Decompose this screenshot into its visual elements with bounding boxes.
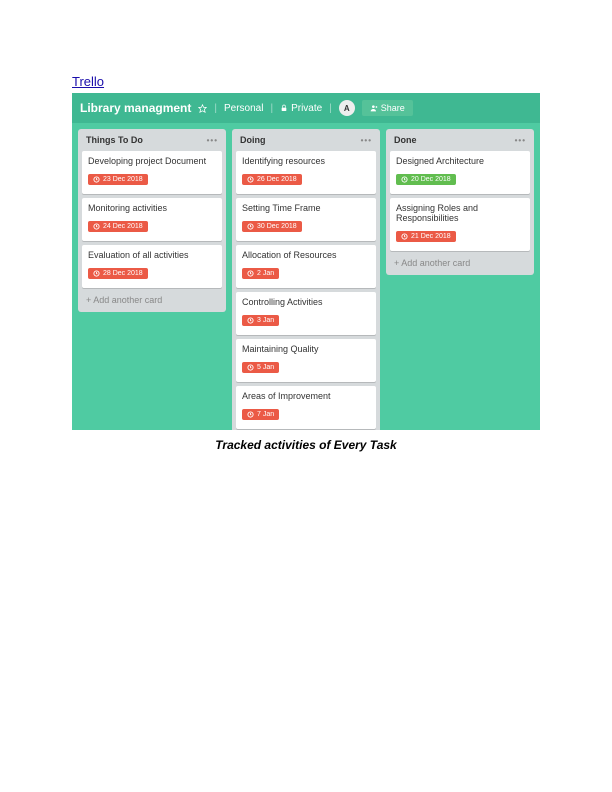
add-card-button[interactable]: + Add another card	[82, 292, 222, 308]
due-date-text: 2 Jan	[257, 270, 274, 277]
card-title: Evaluation of all activities	[88, 250, 216, 260]
card-title: Controlling Activities	[242, 297, 370, 307]
list-header: Done •••	[390, 133, 530, 147]
card-title: Allocation of Resources	[242, 250, 370, 260]
list: Things To Do ••• Developing project Docume…	[78, 129, 226, 312]
due-date-text: 7 Jan	[257, 411, 274, 418]
list-menu-icon[interactable]: •••	[515, 136, 526, 145]
separator: |	[329, 103, 332, 114]
list: Done ••• Designed Architecture 20 Dec 2018 A…	[386, 129, 534, 275]
visibility-personal[interactable]: Personal	[224, 103, 263, 114]
clock-icon	[247, 176, 254, 183]
share-label: Share	[381, 103, 405, 113]
list-header: Doing •••	[236, 133, 376, 147]
card-title: Developing project Document	[88, 156, 216, 166]
due-date-badge[interactable]: 23 Dec 2018	[88, 174, 148, 185]
clock-icon	[247, 223, 254, 230]
due-date-text: 20 Dec 2018	[411, 176, 451, 183]
share-button[interactable]: Share	[362, 100, 413, 116]
lock-icon	[280, 104, 288, 112]
clock-icon	[93, 223, 100, 230]
due-date-badge[interactable]: 7 Jan	[242, 409, 279, 420]
card-title: Designed Architecture	[396, 156, 524, 166]
list: Doing ••• Identifying resources 26 Dec 2018…	[232, 129, 380, 430]
add-card-label: Add another card	[401, 258, 470, 268]
separator: |	[270, 103, 273, 114]
due-date-badge[interactable]: 2 Jan	[242, 268, 279, 279]
list-menu-icon[interactable]: •••	[207, 136, 218, 145]
board-header: Library managment | Personal | Private |…	[72, 93, 540, 123]
card-title: Assigning Roles and Responsibilities	[396, 203, 524, 223]
clock-icon	[247, 317, 254, 324]
clock-icon	[247, 270, 254, 277]
card[interactable]: Identifying resources 26 Dec 2018	[236, 151, 376, 194]
due-date-badge[interactable]: 20 Dec 2018	[396, 174, 456, 185]
clock-icon	[401, 233, 408, 240]
card[interactable]: Controlling Activities 3 Jan	[236, 292, 376, 335]
card[interactable]: Designed Architecture 20 Dec 2018	[390, 151, 530, 194]
due-date-badge[interactable]: 5 Jan	[242, 362, 279, 373]
card[interactable]: Areas of Improvement 7 Jan	[236, 386, 376, 429]
card[interactable]: Maintaining Quality 5 Jan	[236, 339, 376, 382]
add-card-label: Add another card	[93, 295, 162, 305]
list-name[interactable]: Done	[394, 135, 417, 145]
list-header: Things To Do •••	[82, 133, 222, 147]
due-date-badge[interactable]: 24 Dec 2018	[88, 221, 148, 232]
clock-icon	[401, 176, 408, 183]
card-title: Monitoring activities	[88, 203, 216, 213]
avatar[interactable]: A	[339, 100, 355, 116]
card[interactable]: Developing project Document 23 Dec 2018	[82, 151, 222, 194]
due-date-text: 24 Dec 2018	[103, 223, 143, 230]
due-date-badge[interactable]: 3 Jan	[242, 315, 279, 326]
due-date-badge[interactable]: 28 Dec 2018	[88, 268, 148, 279]
card[interactable]: Allocation of Resources 2 Jan	[236, 245, 376, 288]
due-date-text: 23 Dec 2018	[103, 176, 143, 183]
due-date-badge[interactable]: 30 Dec 2018	[242, 221, 302, 232]
due-date-text: 26 Dec 2018	[257, 176, 297, 183]
clock-icon	[247, 411, 254, 418]
card[interactable]: Monitoring activities 24 Dec 2018	[82, 198, 222, 241]
board-name: Library managment	[80, 101, 191, 115]
trello-board: Library managment | Personal | Private |…	[72, 93, 540, 430]
due-date-text: 5 Jan	[257, 364, 274, 371]
person-add-icon	[370, 104, 378, 112]
due-date-badge[interactable]: 26 Dec 2018	[242, 174, 302, 185]
list-menu-icon[interactable]: •••	[361, 136, 372, 145]
due-date-text: 30 Dec 2018	[257, 223, 297, 230]
add-card-button[interactable]: + Add another card	[390, 255, 530, 271]
clock-icon	[247, 364, 254, 371]
list-name[interactable]: Things To Do	[86, 135, 143, 145]
trello-link[interactable]: Trello	[72, 74, 104, 89]
private-label: Private	[291, 103, 322, 114]
card[interactable]: Assigning Roles and Responsibilities 21 D…	[390, 198, 530, 251]
clock-icon	[93, 270, 100, 277]
card-title: Areas of Improvement	[242, 391, 370, 401]
visibility-private[interactable]: Private	[280, 103, 322, 114]
due-date-text: 21 Dec 2018	[411, 233, 451, 240]
card-title: Maintaining Quality	[242, 344, 370, 354]
list-name[interactable]: Doing	[240, 135, 266, 145]
figure-caption: Tracked activities of Every Task	[72, 438, 540, 452]
card-title: Setting Time Frame	[242, 203, 370, 213]
card-title: Identifying resources	[242, 156, 370, 166]
due-date-text: 28 Dec 2018	[103, 270, 143, 277]
due-date-text: 3 Jan	[257, 317, 274, 324]
card[interactable]: Evaluation of all activities 28 Dec 2018	[82, 245, 222, 288]
star-icon[interactable]	[198, 104, 207, 113]
card[interactable]: Setting Time Frame 30 Dec 2018	[236, 198, 376, 241]
lists-container: Things To Do ••• Developing project Docume…	[72, 123, 540, 430]
clock-icon	[93, 176, 100, 183]
separator: |	[214, 103, 217, 114]
due-date-badge[interactable]: 21 Dec 2018	[396, 231, 456, 242]
